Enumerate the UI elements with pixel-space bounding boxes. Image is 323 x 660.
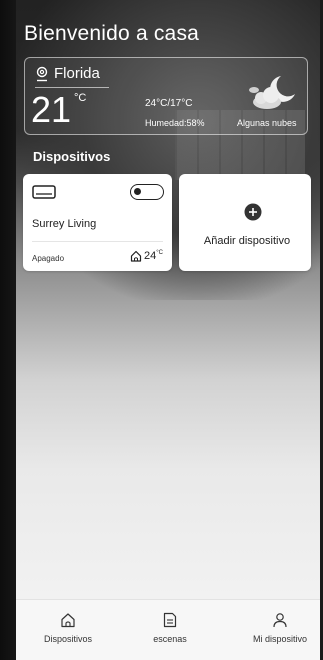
page-title: Bienvenido a casa: [24, 22, 200, 45]
weather-condition: Algunas nubes: [237, 118, 297, 128]
home-icon: [130, 250, 142, 262]
nav-my-device[interactable]: Mi dispositivo: [234, 612, 323, 644]
nav-devices-label: Dispositivos: [43, 634, 92, 644]
air-conditioner-icon: [32, 185, 56, 199]
current-temperature: 21: [31, 89, 72, 130]
location-name: Florida: [54, 65, 100, 82]
device-divider: [32, 241, 163, 242]
device-temp-value: 24: [144, 250, 157, 262]
devices-section-label: Dispositivos: [33, 149, 111, 164]
temperature-range: 24°C/17°C: [145, 98, 193, 109]
home-outline-icon: [61, 613, 75, 628]
humidity: Humedad:58%: [145, 118, 205, 128]
app-screen: Bienvenido a casa Florida 21 °C 24°C/17°…: [0, 0, 323, 660]
weather-card[interactable]: Florida 21 °C 24°C/17°C Humedad:58% Algu…: [24, 57, 308, 135]
location-row[interactable]: Florida: [35, 65, 100, 82]
location-pin-icon: [36, 66, 48, 81]
power-toggle[interactable]: [130, 184, 164, 200]
device-card-surrey-living[interactable]: Surrey Living Apagado 24 °C: [23, 174, 172, 271]
user-outline-icon: [273, 613, 287, 628]
left-bezel: [0, 0, 16, 660]
device-temp-unit: °C: [156, 250, 163, 256]
add-device-label: Añadir dispositivo: [203, 235, 291, 247]
location-underline: [35, 87, 109, 88]
nav-devices[interactable]: Dispositivos: [22, 612, 114, 644]
nav-my-device-label: Mi dispositivo: [252, 634, 308, 644]
bottom-navigation: Dispositivos escenas Mi dispositivo: [16, 599, 320, 660]
partly-cloudy-night-icon: [249, 76, 295, 109]
add-device-card[interactable]: Añadir dispositivo: [179, 174, 311, 271]
toggle-knob: [134, 188, 141, 195]
plus-circle-icon: [244, 203, 262, 221]
device-temperature: 24 °C: [130, 250, 163, 262]
nav-scenes[interactable]: escenas: [124, 612, 216, 644]
nav-scenes-label: escenas: [153, 634, 187, 644]
device-name: Surrey Living: [32, 218, 97, 230]
temperature-unit: °C: [74, 92, 87, 104]
device-status: Apagado: [32, 254, 65, 263]
scenes-document-icon: [163, 612, 177, 628]
